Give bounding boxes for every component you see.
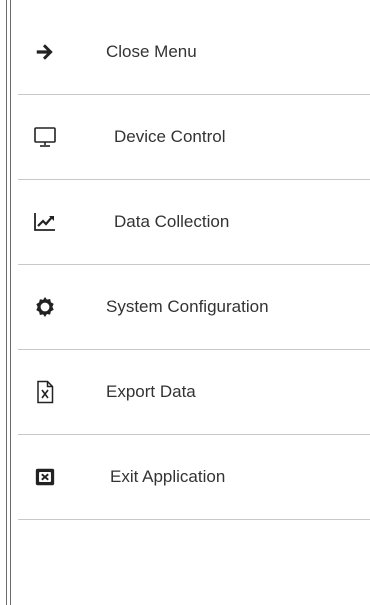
arrow-right-icon xyxy=(30,37,60,67)
menu-item-device-control[interactable]: Device Control xyxy=(18,95,370,180)
excel-file-icon xyxy=(30,377,60,407)
menu-item-export-data[interactable]: Export Data xyxy=(18,350,370,435)
line-chart-icon xyxy=(30,207,60,237)
menu-item-close-menu[interactable]: Close Menu xyxy=(18,10,370,95)
menu-item-label: Data Collection xyxy=(114,212,230,231)
menu-item-data-collection[interactable]: Data Collection xyxy=(18,180,370,265)
menu-item-label: Exit Application xyxy=(110,467,226,486)
app-page: Close Menu Device Control Data Collectio… xyxy=(0,0,370,605)
close-box-icon xyxy=(30,462,60,492)
gear-icon xyxy=(30,292,60,322)
menu-item-label: System Configuration xyxy=(106,297,269,316)
menu-item-system-configuration[interactable]: System Configuration xyxy=(18,265,370,350)
drawer-edge-line xyxy=(6,0,7,605)
drawer-menu: Close Menu Device Control Data Collectio… xyxy=(18,10,370,520)
menu-item-label: Close Menu xyxy=(106,42,197,61)
navigation-drawer: Close Menu Device Control Data Collectio… xyxy=(0,0,370,605)
menu-item-label: Export Data xyxy=(106,382,196,401)
drawer-edge-line xyxy=(10,0,11,605)
menu-item-label: Device Control xyxy=(114,127,226,146)
menu-item-exit-application[interactable]: Exit Application xyxy=(18,435,370,520)
monitor-icon xyxy=(30,122,60,152)
